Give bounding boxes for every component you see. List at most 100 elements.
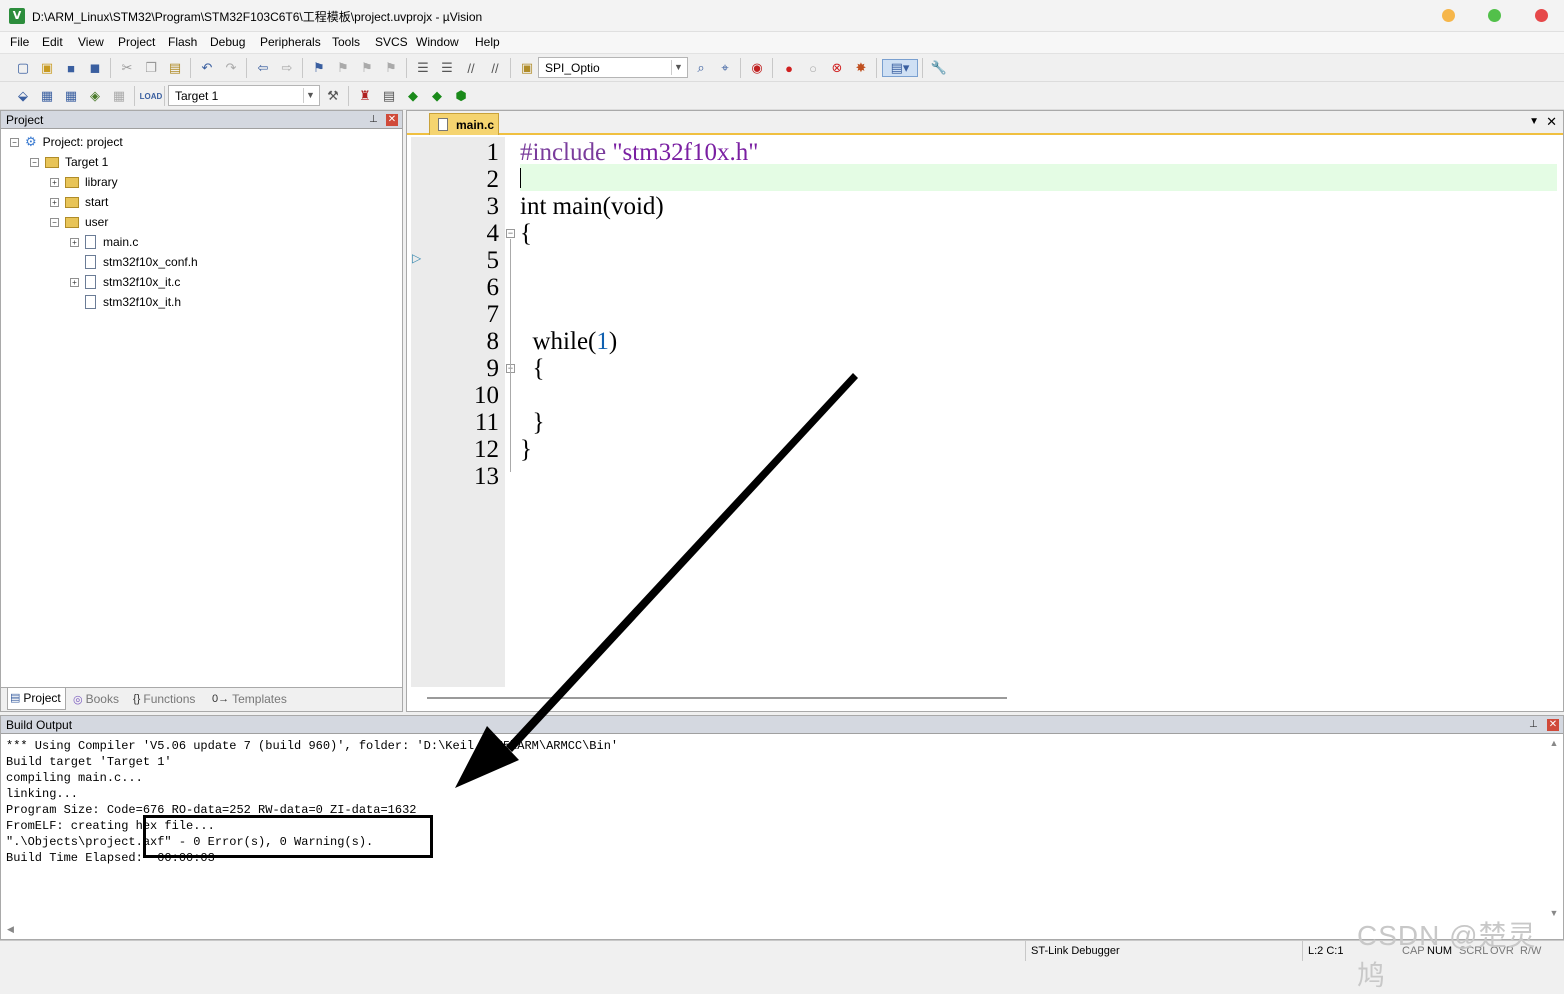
navigate-forward-icon[interactable]: ⇨ bbox=[278, 59, 296, 77]
rebuild-icon[interactable]: ▦ bbox=[62, 87, 80, 105]
download-icon[interactable]: LOAD bbox=[140, 87, 163, 105]
folder-icon bbox=[65, 176, 79, 188]
pin-icon[interactable]: ⊥ bbox=[1529, 719, 1538, 730]
tab-templates[interactable]: 0→ Templates bbox=[212, 692, 287, 706]
tree-group-library[interactable]: + library bbox=[50, 173, 118, 191]
options-for-target-icon[interactable]: ⚒ bbox=[324, 87, 342, 105]
copy-icon[interactable]: ❐ bbox=[142, 59, 160, 77]
menu-debug[interactable]: Debug bbox=[210, 35, 245, 49]
tree-file-conf-h[interactable]: stm32f10x_conf.h bbox=[85, 253, 198, 271]
menu-help[interactable]: Help bbox=[475, 35, 500, 49]
undo-icon[interactable]: ↶ bbox=[198, 59, 216, 77]
toolbar-separator bbox=[134, 86, 135, 106]
build-icon[interactable]: ▦ bbox=[38, 87, 56, 105]
collapse-icon[interactable]: − bbox=[50, 217, 59, 227]
menu-peripherals[interactable]: Peripherals bbox=[260, 35, 321, 49]
tab-main-c[interactable]: main.c bbox=[429, 113, 499, 135]
target-combo[interactable]: Target 1 ▼ bbox=[168, 85, 320, 106]
window-layout-icon[interactable]: ▤▾ bbox=[882, 59, 918, 77]
pack-installer-icon[interactable]: ◆ bbox=[428, 87, 446, 105]
translate-icon[interactable]: ⬙ bbox=[14, 87, 32, 105]
code-area[interactable]: #include "stm32f10x.h" int main(void){ wh… bbox=[520, 137, 1557, 687]
close-icon[interactable]: ✕ bbox=[1546, 114, 1557, 130]
clear-bookmarks-icon[interactable]: ⚑ bbox=[382, 59, 400, 77]
expand-icon[interactable]: + bbox=[50, 177, 59, 187]
menu-view[interactable]: View bbox=[78, 35, 104, 49]
manage-project-items-icon[interactable]: ▤ bbox=[380, 87, 398, 105]
tree-file-it-c[interactable]: + stm32f10x_it.c bbox=[70, 273, 180, 291]
prev-bookmark-icon[interactable]: ⚑ bbox=[334, 59, 352, 77]
menu-edit[interactable]: Edit bbox=[42, 35, 63, 49]
tree-file-main-c[interactable]: + main.c bbox=[70, 233, 138, 251]
scroll-left-icon[interactable]: ◀ bbox=[7, 924, 14, 935]
close-icon[interactable]: ✕ bbox=[386, 114, 398, 126]
tree-file-it-h[interactable]: stm32f10x_it.h bbox=[85, 293, 181, 311]
collapse-icon[interactable]: − bbox=[10, 137, 19, 147]
maximize-button[interactable] bbox=[1488, 9, 1501, 22]
paste-icon[interactable]: ▤ bbox=[166, 59, 184, 77]
line-number: 4 bbox=[486, 220, 500, 247]
close-button[interactable] bbox=[1535, 9, 1548, 22]
expand-icon[interactable]: + bbox=[70, 277, 79, 287]
find-icon[interactable]: ⌕ bbox=[692, 59, 710, 77]
status-separator bbox=[1025, 941, 1026, 961]
indent-icon[interactable]: ☰ bbox=[414, 59, 432, 77]
scroll-up-icon[interactable]: ▲ bbox=[1547, 738, 1561, 748]
tree-group-user[interactable]: − user bbox=[50, 213, 108, 231]
chevron-down-icon[interactable]: ▼ bbox=[303, 88, 317, 103]
toolbar-separator bbox=[740, 58, 741, 78]
window-title: D:\ARM_Linux\STM32\Program\STM32F103C6T6… bbox=[32, 10, 483, 24]
batch-build-icon[interactable]: ◈ bbox=[86, 87, 104, 105]
insert-breakpoint-icon[interactable]: ● bbox=[780, 59, 798, 77]
find-in-files-icon[interactable]: ▣ bbox=[518, 59, 536, 77]
incremental-find-icon[interactable]: ⌖ bbox=[716, 59, 734, 77]
collapse-icon[interactable]: − bbox=[30, 157, 39, 167]
tree-target[interactable]: − Target 1 bbox=[30, 153, 108, 171]
menu-flash[interactable]: Flash bbox=[168, 35, 197, 49]
tab-functions[interactable]: {} Functions bbox=[133, 692, 195, 706]
expand-icon[interactable]: + bbox=[50, 197, 59, 207]
menu-svcs[interactable]: SVCS bbox=[375, 35, 408, 49]
debug-session-icon[interactable]: ◉ bbox=[748, 59, 766, 77]
menu-tools[interactable]: Tools bbox=[332, 35, 360, 49]
save-icon[interactable]: ■ bbox=[62, 59, 80, 77]
menu-project[interactable]: Project bbox=[118, 35, 155, 49]
minimize-button[interactable] bbox=[1442, 9, 1455, 22]
tab-label: Templates bbox=[232, 692, 287, 706]
tab-project[interactable]: ▤ Project bbox=[7, 688, 66, 710]
expand-icon[interactable]: + bbox=[70, 237, 79, 247]
manage-run-time-environment-icon[interactable]: ⬢ bbox=[452, 87, 470, 105]
enable-breakpoint-icon[interactable]: ○ bbox=[804, 59, 822, 77]
kill-all-breakpoints-icon[interactable]: ✸ bbox=[852, 59, 870, 77]
next-bookmark-icon[interactable]: ⚑ bbox=[358, 59, 376, 77]
configure-icon[interactable]: 🔧 bbox=[930, 59, 948, 77]
select-packs-icon[interactable]: ◆ bbox=[404, 87, 422, 105]
fold-toggle-icon[interactable]: − bbox=[506, 229, 515, 238]
pin-icon[interactable]: ⊥ bbox=[369, 114, 378, 125]
chevron-down-icon[interactable]: ▼ bbox=[671, 60, 685, 75]
menu-window[interactable]: Window bbox=[416, 35, 459, 49]
tab-books[interactable]: ◎ Books bbox=[73, 692, 119, 706]
bookmark-icon[interactable]: ⚑ bbox=[310, 59, 328, 77]
redo-icon[interactable]: ↷ bbox=[222, 59, 240, 77]
navigate-back-icon[interactable]: ⇦ bbox=[254, 59, 272, 77]
close-icon[interactable]: ✕ bbox=[1547, 719, 1559, 731]
find-combo[interactable]: SPI_Optio ▼ bbox=[538, 57, 688, 78]
tree-project-root[interactable]: − ⚙ Project: project bbox=[10, 133, 123, 151]
uncomment-icon[interactable]: // bbox=[486, 59, 504, 77]
open-file-icon[interactable]: ▣ bbox=[38, 59, 56, 77]
vertical-scrollbar[interactable]: ▲ ▼ bbox=[1547, 738, 1561, 918]
disable-all-breakpoints-icon[interactable]: ⊗ bbox=[828, 59, 846, 77]
menu-file[interactable]: File bbox=[10, 35, 29, 49]
new-file-icon[interactable]: ▢ bbox=[14, 59, 32, 77]
unindent-icon[interactable]: ☰ bbox=[438, 59, 456, 77]
cut-icon[interactable]: ✂ bbox=[118, 59, 136, 77]
tab-label: Functions bbox=[143, 692, 196, 706]
file-extensions-icon[interactable]: ♜ bbox=[356, 87, 374, 105]
stop-build-icon[interactable]: ▦ bbox=[110, 87, 128, 105]
tab-list-icon[interactable]: ▼ bbox=[1529, 116, 1539, 127]
comment-icon[interactable]: // bbox=[462, 59, 480, 77]
horizontal-scrollbar[interactable] bbox=[427, 697, 1007, 699]
save-all-icon[interactable]: ◼ bbox=[86, 59, 104, 77]
tree-group-start[interactable]: + start bbox=[50, 193, 108, 211]
